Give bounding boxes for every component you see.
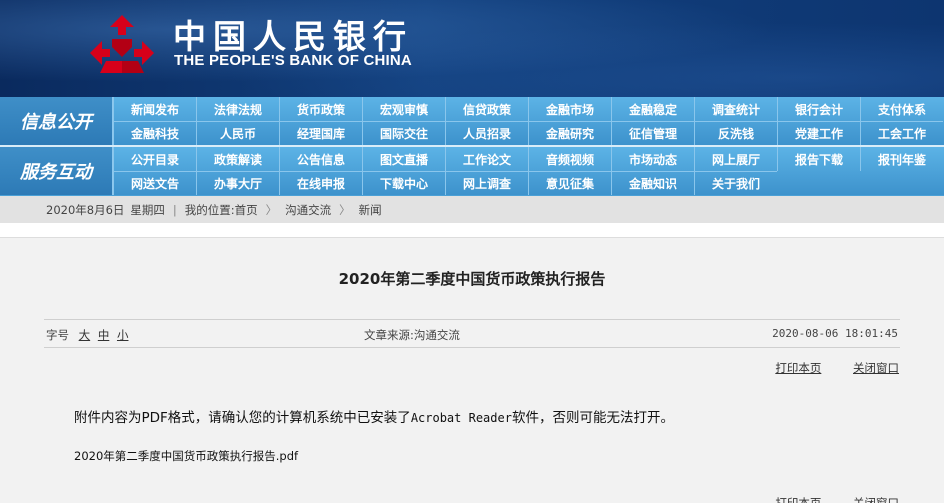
nav-section-title: 信息公开: [0, 97, 113, 145]
font-size-label: 字号: [46, 328, 69, 342]
info-nav-item[interactable]: 货币政策: [279, 97, 362, 121]
location-label: 我的位置:: [184, 202, 235, 217]
info-nav-item[interactable]: 工会工作: [860, 121, 943, 145]
info-nav-item[interactable]: 人民币: [196, 121, 279, 145]
service-nav-item[interactable]: 音频视频: [528, 147, 611, 171]
info-nav-item[interactable]: 宏观审慎: [362, 97, 445, 121]
nav-section-title: 服务互动: [0, 147, 113, 195]
info-nav-item[interactable]: 反洗钱: [694, 121, 777, 145]
print-page-link[interactable]: 打印本页: [775, 361, 821, 375]
current-weekday: 星期四: [130, 202, 165, 217]
service-nav-item[interactable]: 金融知识: [611, 171, 694, 195]
font-size-large-link[interactable]: 大: [79, 328, 91, 342]
service-nav-item[interactable]: 公开目录: [113, 147, 196, 171]
info-nav-item[interactable]: 征信管理: [611, 121, 694, 145]
service-nav-item[interactable]: 网上调查: [445, 171, 528, 195]
article-meta-bar: 字号 大 中 小 文章来源:沟通交流 2020-08-06 18:01:45: [44, 319, 900, 348]
bank-name-english: THE PEOPLE'S BANK OF CHINA: [174, 52, 412, 69]
nav-section-service-interaction: 服务互动 公开目录 政策解读 公告信息 图文直播 工作论文 音频视频 市场动态 网上展厅 报告下…: [0, 147, 944, 195]
service-nav-item[interactable]: 关于我们: [694, 171, 777, 195]
article-actions-top: 打印本页 关闭窗口: [747, 360, 899, 376]
close-window-link[interactable]: 关闭窗口: [853, 496, 899, 503]
info-nav-item[interactable]: 党建工作: [777, 121, 860, 145]
info-nav-item[interactable]: 银行会计: [777, 97, 860, 121]
info-nav-item[interactable]: 金融研究: [528, 121, 611, 145]
pboc-logo-icon[interactable]: [86, 13, 158, 75]
service-nav-item[interactable]: 意见征集: [528, 171, 611, 195]
service-nav-item[interactable]: 网上展厅: [694, 147, 777, 171]
service-nav-item[interactable]: 办事大厅: [196, 171, 279, 195]
info-nav-item[interactable]: 信贷政策: [445, 97, 528, 121]
font-size-medium-link[interactable]: 中: [98, 328, 110, 342]
info-nav-item[interactable]: 金融科技: [113, 121, 196, 145]
article-actions-bottom: 打印本页 关闭窗口: [747, 495, 899, 503]
info-nav-item[interactable]: 经理国库: [279, 121, 362, 145]
main-navigation: 信息公开 新闻发布 法律法规 货币政策 宏观审慎 信贷政策 金融市场 金融稳定 调查统计 银行会…: [0, 97, 944, 196]
service-nav-item[interactable]: 政策解读: [196, 147, 279, 171]
info-nav-item[interactable]: 新闻发布: [113, 97, 196, 121]
info-nav-item[interactable]: 国际交往: [362, 121, 445, 145]
service-nav-item[interactable]: 网送文告: [113, 171, 196, 195]
print-page-link[interactable]: 打印本页: [775, 496, 821, 503]
breadcrumb: 2020年8月6日 星期四 | 我的位置: 首页 〉 沟通交流 〉 新闻: [0, 196, 944, 223]
info-nav-item[interactable]: 支付体系: [860, 97, 943, 121]
article-datetime: 2020-08-06 18:01:45: [772, 327, 898, 340]
service-nav-item[interactable]: 下载中心: [362, 171, 445, 195]
service-nav-item[interactable]: 在线申报: [279, 171, 362, 195]
info-nav-item[interactable]: 金融稳定: [611, 97, 694, 121]
info-nav-item[interactable]: 人员招录: [445, 121, 528, 145]
article-source: 文章来源:沟通交流: [364, 328, 460, 342]
breadcrumb-news-link[interactable]: 新闻: [359, 202, 382, 218]
info-nav-item[interactable]: 金融市场: [528, 97, 611, 121]
current-date: 2020年8月6日: [46, 202, 125, 217]
info-nav-item[interactable]: 调查统计: [694, 97, 777, 121]
close-window-link[interactable]: 关闭窗口: [853, 361, 899, 375]
service-nav-item[interactable]: 图文直播: [362, 147, 445, 171]
service-nav-item[interactable]: 公告信息: [279, 147, 362, 171]
bank-name-chinese: 中国人民银行: [173, 17, 413, 56]
service-nav-item[interactable]: 报告下载: [777, 147, 860, 171]
nav-section-info-disclosure: 信息公开 新闻发布 法律法规 货币政策 宏观审慎 信贷政策 金融市场 金融稳定 调查统计 银行会…: [0, 97, 944, 145]
site-header: 中国人民银行 THE PEOPLE'S BANK OF CHINA: [0, 0, 944, 97]
breadcrumb-home-link[interactable]: 首页: [235, 202, 258, 218]
article-title: 2020年第二季度中国货币政策执行报告: [338, 270, 606, 288]
service-nav-item[interactable]: 报刊年鉴: [860, 147, 943, 171]
service-nav-item[interactable]: 市场动态: [611, 147, 694, 171]
service-nav-item[interactable]: 工作论文: [445, 147, 528, 171]
font-size-small-link[interactable]: 小: [117, 328, 129, 342]
breadcrumb-communication-link[interactable]: 沟通交流: [285, 202, 331, 218]
attachment: 2020年第二季度中国货币政策执行报告.pdf: [74, 448, 298, 464]
info-nav-item[interactable]: 法律法规: [196, 97, 279, 121]
pdf-notice: 附件内容为PDF格式，请确认您的计算机系统中已安装了Acrobat Reader…: [74, 410, 674, 426]
attachment-pdf-link[interactable]: 2020年第二季度中国货币政策执行报告.pdf: [74, 449, 298, 463]
